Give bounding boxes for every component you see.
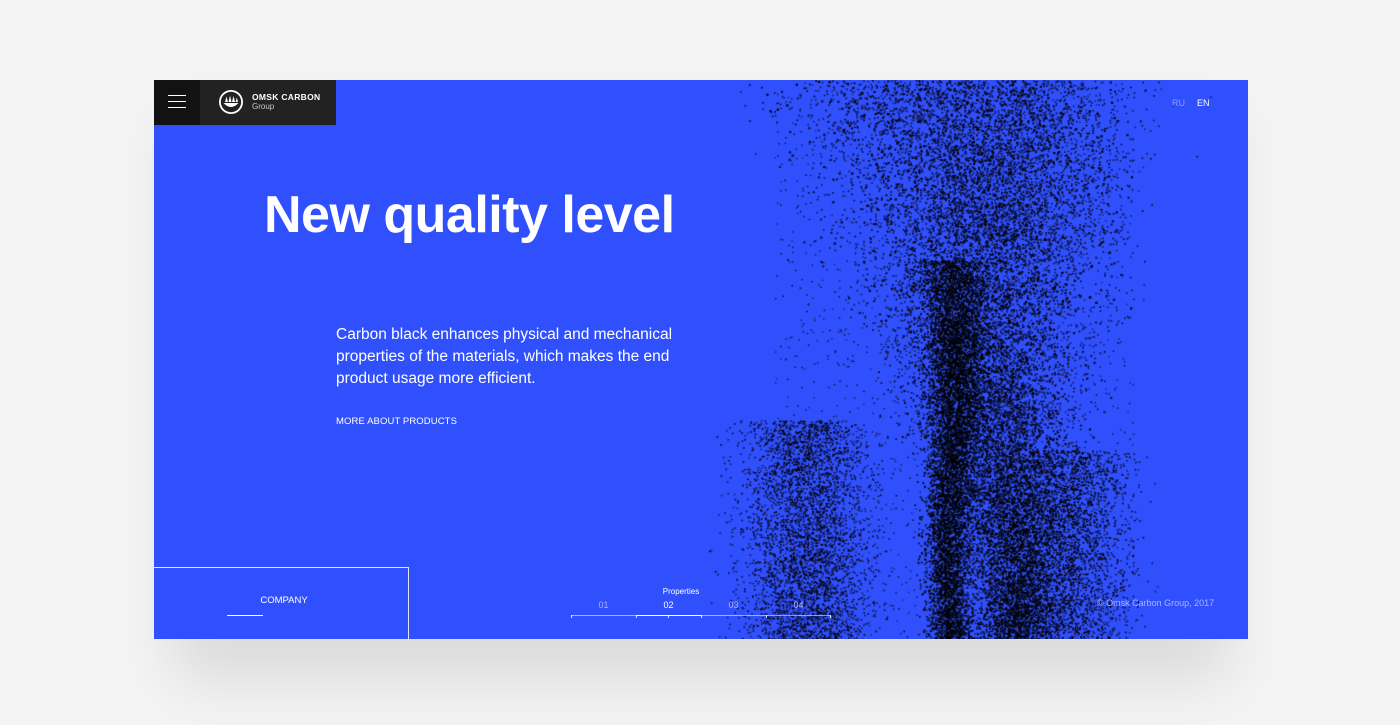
pager-item-01[interactable]: 01 [571,598,636,618]
language-ru-link[interactable]: RU [1172,98,1185,108]
menu-button[interactable] [154,80,200,125]
hero-title: New quality level [264,186,675,244]
brand-subtitle: Group [252,102,275,111]
carbon-particles-graphic [154,80,1248,639]
pager-item-label: 01 [598,600,609,610]
logo-text: OMSK CARBON Group [252,92,320,112]
pager-item-label: 03 [728,600,739,610]
slide-pager: 01 02 03 04 [571,598,831,618]
hero-description: Carbon black enhances physical and mecha… [336,326,673,387]
pager-item-02[interactable]: 02 [636,598,701,618]
hero-screen: OMSK CARBON Group RU EN New quality leve… [154,80,1248,639]
omsk-carbon-logo-icon [219,90,243,114]
copyright-text: © Omsk Carbon Group, 2017 [1097,598,1215,608]
company-label: COMPANY [260,595,308,606]
more-about-products-link[interactable]: MORE ABOUT PRODUCTS [336,416,457,427]
company-underline [227,615,263,616]
logo[interactable]: OMSK CARBON Group [200,80,336,125]
brand-name: OMSK CARBON [252,92,321,102]
pager-title: Properties [662,587,700,596]
language-en-link[interactable]: EN [1197,98,1210,108]
company-nav-button[interactable]: COMPANY [154,567,409,639]
pager-item-03[interactable]: 03 [701,598,766,618]
pager-item-label: 04 [793,600,804,610]
pager-item-04[interactable]: 04 [766,598,831,618]
pager-item-label: 02 [663,600,674,610]
